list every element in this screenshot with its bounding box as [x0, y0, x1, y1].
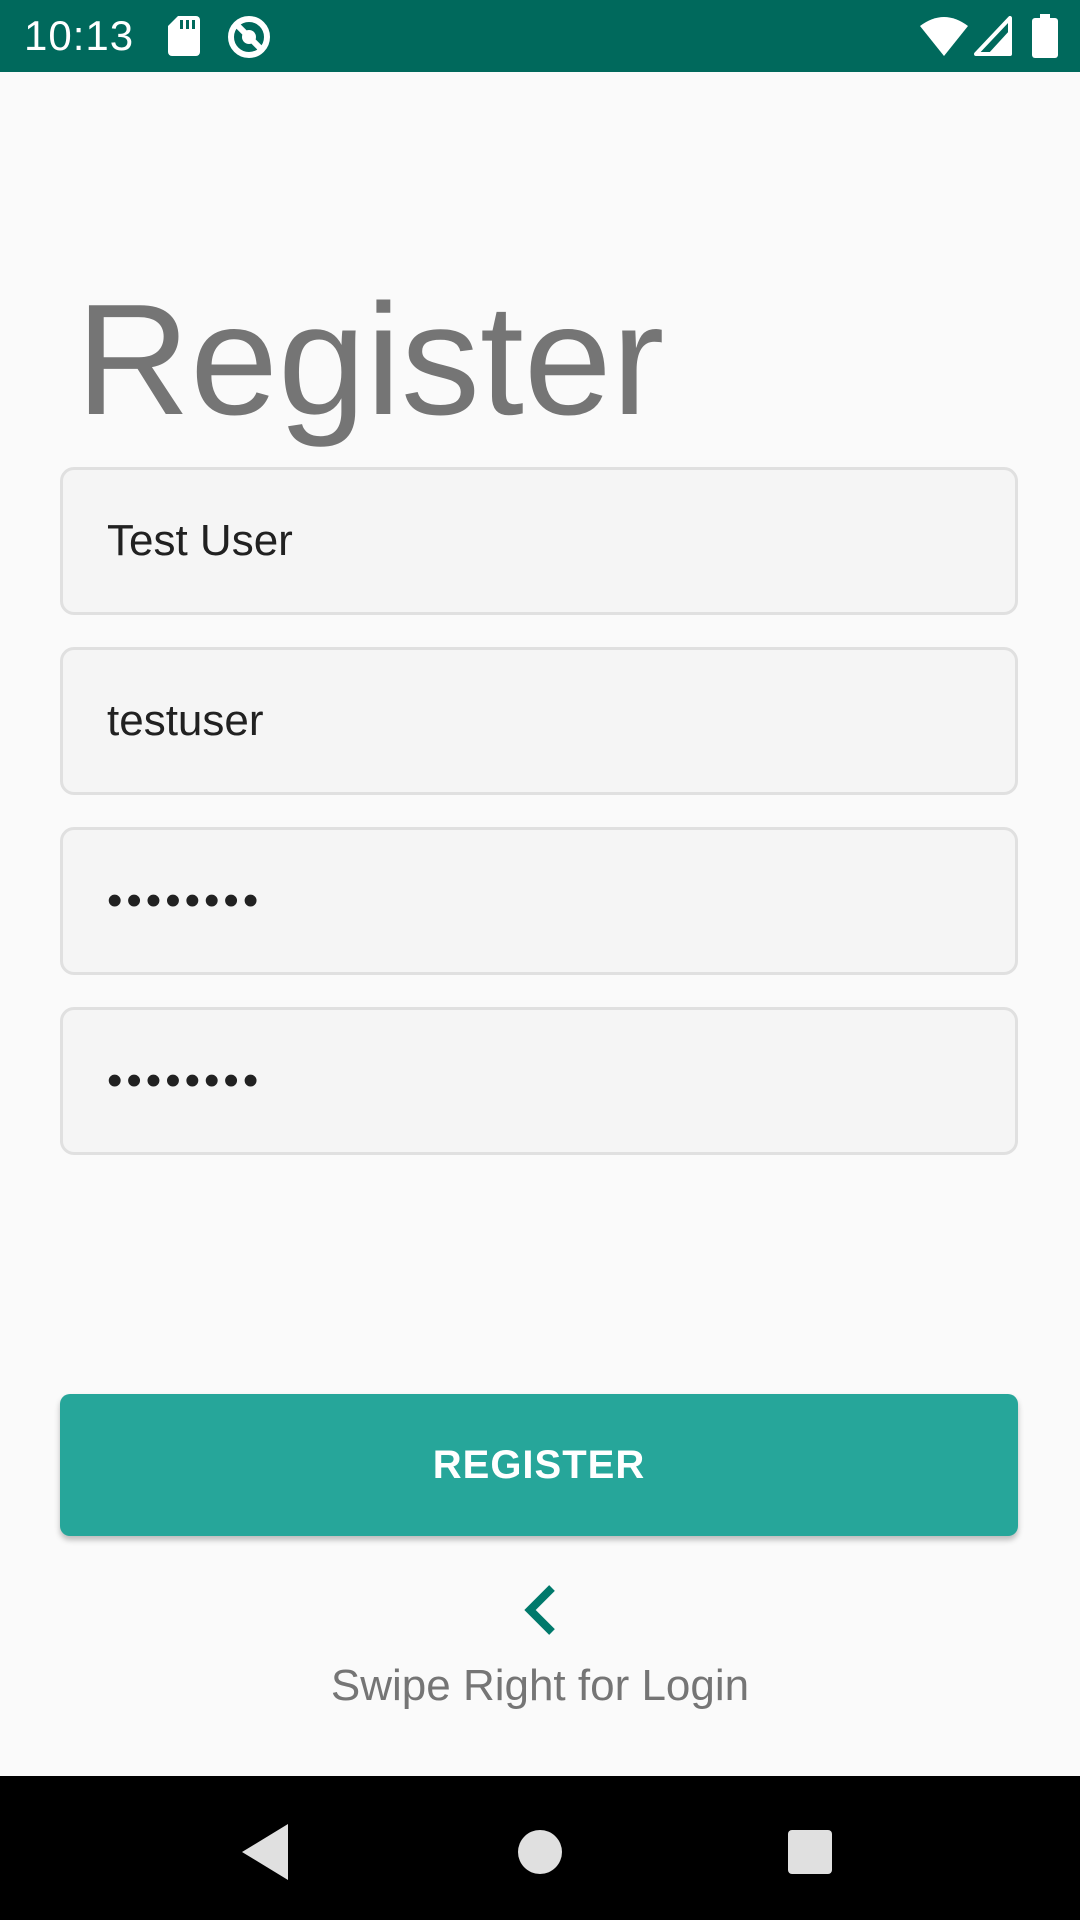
sd-card-icon: [168, 16, 200, 56]
chevron-left-icon: [524, 1585, 555, 1635]
full-name-field[interactable]: [60, 467, 1018, 615]
username-input[interactable]: [63, 650, 1015, 792]
navigation-bar: [0, 1776, 1080, 1920]
password-field[interactable]: [60, 827, 1018, 975]
status-time: 10:13: [24, 12, 135, 59]
full-name-input[interactable]: [63, 470, 1015, 612]
register-button[interactable]: REGISTER: [60, 1394, 1018, 1536]
wifi-icon: [920, 17, 968, 56]
swipe-hint-text: Swipe Right for Login: [330, 1661, 750, 1710]
sync-blocked-icon: [228, 16, 270, 58]
confirm-password-field[interactable]: [60, 1007, 1018, 1155]
password-input[interactable]: [63, 830, 1015, 972]
cell-signal-icon: [974, 16, 1012, 56]
battery-icon: [1032, 14, 1058, 58]
back-icon[interactable]: [226, 1812, 306, 1892]
page-title: Register: [76, 272, 665, 448]
recents-icon[interactable]: [770, 1812, 850, 1892]
status-bar: 10:13: [0, 0, 1080, 72]
confirm-password-input[interactable]: [63, 1010, 1015, 1152]
home-icon[interactable]: [500, 1812, 580, 1892]
username-field[interactable]: [60, 647, 1018, 795]
